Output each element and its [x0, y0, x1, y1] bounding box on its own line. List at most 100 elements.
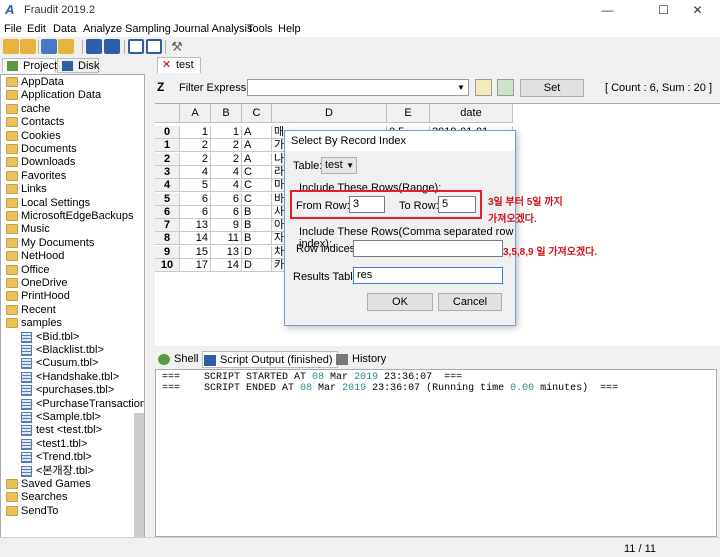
tree-item-folder[interactable]: OneDrive [6, 277, 67, 290]
grid-cell[interactable]: C [242, 165, 272, 179]
column-header[interactable]: C [242, 104, 272, 123]
tree-item-table[interactable]: <purchases.tbl> [21, 384, 114, 397]
tree-item-folder[interactable]: Downloads [6, 156, 75, 169]
grid-cell[interactable]: 14 [211, 259, 242, 272]
tree-item-folder[interactable]: Local Settings [6, 197, 90, 210]
tab-disk[interactable]: Disk [57, 58, 99, 73]
column-header[interactable]: D [272, 104, 387, 123]
magic-wand-icon[interactable] [475, 79, 492, 96]
tree-item-folder[interactable]: Saved Games [6, 478, 91, 491]
chevron-down-icon[interactable]: ▼ [454, 80, 468, 95]
column-header[interactable]: E [387, 104, 430, 123]
row-header[interactable]: 10 [155, 259, 180, 272]
menu-file[interactable]: File [4, 23, 22, 35]
tree-item-folder[interactable]: Music [6, 223, 50, 236]
tree-item-folder[interactable]: samples [6, 317, 62, 330]
column-header[interactable]: date [430, 104, 513, 123]
menu-help[interactable]: Help [278, 23, 301, 35]
tree-item-folder[interactable]: SendTo [6, 505, 58, 518]
tab-project[interactable]: Project [2, 58, 57, 73]
grid-cell[interactable]: 4 [180, 165, 211, 179]
grid-cell[interactable]: 17 [180, 259, 211, 272]
open-folder-alt-icon[interactable] [20, 39, 36, 54]
ok-button[interactable]: OK [367, 293, 433, 311]
tab-history[interactable]: History [335, 351, 386, 368]
menu-tools[interactable]: Tools [247, 23, 273, 35]
tree-item-folder[interactable]: cache [6, 103, 50, 116]
tab-shell[interactable]: Shell [157, 351, 198, 368]
tree-item-table[interactable]: <Handshake.tbl> [21, 371, 119, 384]
grid-cell[interactable]: 15 [180, 245, 211, 259]
tree-item-folder[interactable]: Favorites [6, 170, 66, 183]
row-header[interactable]: 1 [155, 139, 180, 153]
grid-cell[interactable]: 6 [180, 192, 211, 206]
close-window-button[interactable]: ✕ [675, 0, 720, 21]
grid-cell[interactable]: D [242, 245, 272, 259]
save-as-icon[interactable] [104, 39, 120, 54]
tree-item-folder[interactable]: MicrosoftEdgeBackups [6, 210, 134, 223]
tab-script-output[interactable]: Script Output (finished) [202, 351, 338, 368]
grid-cell[interactable]: 4 [211, 165, 242, 179]
menu-analyze[interactable]: Analyze [83, 23, 122, 35]
tree-item-folder[interactable]: Recent [6, 304, 56, 317]
tree-item-table[interactable]: <PurchaseTransaction.tb [21, 398, 144, 411]
grid-cell[interactable]: 1 [211, 126, 242, 139]
grid-cell[interactable]: B [242, 205, 272, 219]
cancel-button[interactable]: Cancel [438, 293, 502, 311]
tree-item-folder[interactable]: Searches [6, 491, 67, 504]
tree-item-table[interactable]: <본개장.tbl> [21, 465, 94, 478]
tree-item-table[interactable]: <Blacklist.tbl> [21, 344, 104, 357]
grid-cell[interactable]: 6 [211, 192, 242, 206]
grid-cell[interactable]: A [242, 126, 272, 139]
grid-cell[interactable]: 2 [211, 152, 242, 166]
new-table-icon[interactable] [41, 39, 57, 54]
grid-cell[interactable]: 6 [211, 205, 242, 219]
grid-cell[interactable]: 2 [180, 152, 211, 166]
tree-item-table[interactable]: <Bid.tbl> [21, 331, 79, 344]
grid-cell[interactable]: 11 [211, 232, 242, 246]
tree-item-table[interactable]: <test1.tbl> [21, 438, 87, 451]
grid-cell[interactable]: C [242, 179, 272, 193]
grid-cell[interactable]: 9 [211, 219, 242, 233]
grid-cell[interactable]: 1 [180, 126, 211, 139]
tree-item-table[interactable]: <Cusum.tbl> [21, 357, 98, 370]
tree-item-folder[interactable]: Links [6, 183, 47, 196]
tree-scrollbar[interactable] [146, 74, 153, 557]
tree-item-folder[interactable]: My Documents [6, 237, 94, 250]
row-header[interactable]: 8 [155, 232, 180, 246]
tree-item-folder[interactable]: Application Data [6, 89, 101, 102]
tree-item-folder[interactable]: Cookies [6, 130, 61, 143]
filter-z-icon[interactable]: Z [157, 80, 164, 94]
menu-sampling[interactable]: Sampling [125, 23, 171, 35]
tree-item-folder[interactable]: Office [6, 264, 50, 277]
grid-cell[interactable]: 13 [180, 219, 211, 233]
grid-cell[interactable]: 14 [180, 232, 211, 246]
split-layout-icon[interactable] [146, 39, 162, 54]
row-header[interactable]: 2 [155, 152, 180, 166]
grid-cell[interactable]: 6 [180, 205, 211, 219]
grid-cell[interactable]: B [242, 219, 272, 233]
minimize-button[interactable]: — [585, 0, 630, 21]
open-table-icon[interactable] [58, 39, 74, 54]
set-button[interactable]: Set [520, 79, 584, 97]
results-table-input[interactable]: res [353, 267, 503, 284]
grid-corner[interactable] [155, 104, 180, 123]
tree-item-table[interactable]: test <test.tbl> [21, 424, 102, 437]
grid-cell[interactable]: 4 [211, 179, 242, 193]
grid-cell[interactable]: D [242, 259, 272, 272]
tree-item-folder[interactable]: Documents [6, 143, 77, 156]
tree-item-folder[interactable]: Contacts [6, 116, 64, 129]
tree-item-folder[interactable]: AppData [6, 76, 64, 89]
row-header[interactable]: 0 [155, 126, 180, 139]
row-header[interactable]: 7 [155, 219, 180, 233]
row-header[interactable]: 6 [155, 205, 180, 219]
open-folder-icon[interactable] [3, 39, 19, 54]
grid-cell[interactable]: C [242, 192, 272, 206]
window-layout-icon[interactable] [128, 39, 144, 54]
tree-item-table[interactable]: <Trend.tbl> [21, 451, 92, 464]
close-tab-icon[interactable]: ✕ [162, 58, 171, 71]
tree-icon[interactable] [497, 79, 514, 96]
save-icon[interactable] [86, 39, 102, 54]
column-header[interactable]: A [180, 104, 211, 123]
row-header[interactable]: 3 [155, 165, 180, 179]
